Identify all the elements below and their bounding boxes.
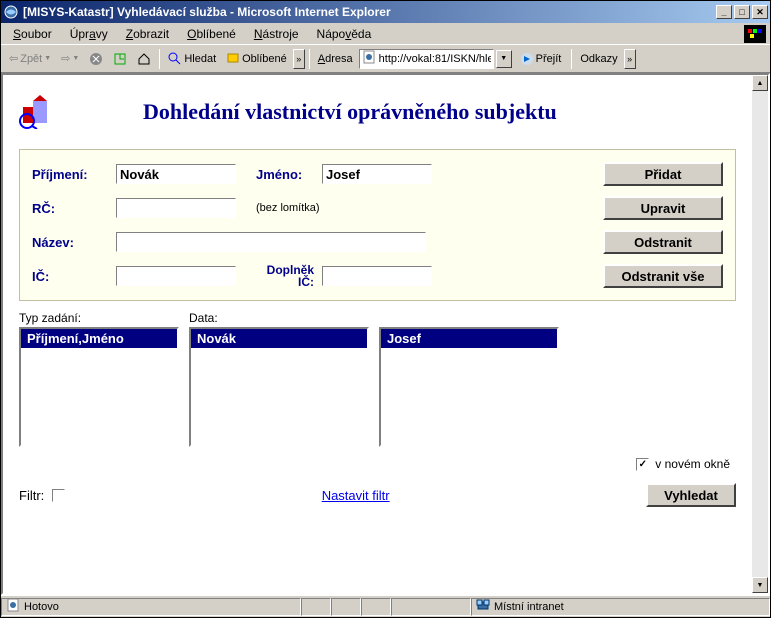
ic-label: IČ: (32, 269, 108, 284)
ic-input[interactable] (116, 266, 236, 286)
odstranit-button[interactable]: Odstranit (603, 230, 723, 254)
address-label: Adresa (318, 53, 353, 65)
status-message: Hotovo (24, 601, 59, 613)
prijmeni-input[interactable] (116, 164, 236, 184)
rc-label: RČ: (32, 201, 108, 216)
filtr-checkbox[interactable] (52, 489, 65, 502)
typ-list-item[interactable]: Příjmení,Jméno (21, 329, 177, 348)
menu-oblibene[interactable]: Oblíbené (179, 25, 244, 43)
logo-icon (19, 95, 53, 129)
menu-napoveda[interactable]: Nápověda (309, 25, 380, 43)
search-icon (168, 52, 182, 66)
scroll-up-button[interactable]: ▲ (752, 75, 768, 91)
prijmeni-label: Příjmení: (32, 167, 108, 182)
data2-list-item[interactable]: Josef (381, 329, 557, 348)
go-button[interactable]: Přejít (514, 48, 568, 70)
menu-soubor[interactable]: Soubor (5, 25, 60, 43)
minimize-button[interactable]: _ (716, 5, 732, 19)
back-label: Zpět (20, 53, 42, 65)
ie-icon (3, 4, 19, 20)
home-icon (137, 52, 151, 66)
data2-list[interactable]: Josef (379, 327, 559, 447)
typ-zadani-list[interactable]: Příjmení,Jméno (19, 327, 179, 447)
address-bar[interactable]: http://vokal:81/ISKN/hle (359, 49, 494, 69)
maximize-button[interactable]: □ (734, 5, 750, 19)
nastavit-filtr-link[interactable]: Nastavit filtr (322, 488, 390, 503)
stop-icon (89, 52, 103, 66)
stop-button[interactable] (85, 48, 107, 70)
odstranit-vse-button[interactable]: Odstranit vše (603, 264, 723, 288)
listings-area: Typ zadání: Příjmení,Jméno Data: Novák J… (19, 309, 736, 447)
intranet-icon (476, 598, 490, 615)
security-zone: Místní intranet (494, 601, 564, 613)
window-controls: _ □ ✕ (716, 5, 768, 19)
page-icon (362, 50, 376, 67)
home-button[interactable] (133, 48, 155, 70)
page-icon-small (6, 598, 20, 615)
menu-zobrazit[interactable]: Zobrazit (118, 25, 177, 43)
favorites-icon (226, 52, 240, 66)
menu-upravy[interactable]: Úpravy (62, 25, 116, 43)
titlebar: [MISYS-Katastr] Vyhledávací služba - Mic… (1, 1, 770, 23)
toolbar-chevron[interactable]: » (293, 49, 305, 69)
scroll-track[interactable] (752, 91, 768, 577)
links-chevron[interactable]: » (624, 49, 636, 69)
upravit-button[interactable]: Upravit (603, 196, 723, 220)
content-area: Dohledání vlastnictví oprávněného subjek… (1, 73, 770, 595)
close-button[interactable]: ✕ (752, 5, 768, 19)
favorites-button[interactable]: Oblíbené (222, 48, 291, 70)
menu-nastroje[interactable]: Nástroje (246, 25, 307, 43)
data2-label-spacer (379, 309, 559, 327)
nazev-input[interactable] (116, 232, 426, 252)
vertical-scrollbar[interactable]: ▲ ▼ (752, 75, 768, 593)
page-content: Dohledání vlastnictví oprávněného subjek… (3, 75, 752, 593)
toolbar: ⇦ Zpět ▼ ⇨ ▼ Hledat Oblíbené » Adresa (1, 45, 770, 73)
status-message-cell: Hotovo (1, 598, 301, 616)
doplnek-input[interactable] (322, 266, 432, 286)
forward-arrow-icon: ⇨ (61, 52, 70, 65)
page-title: Dohledání vlastnictví oprávněného subjek… (143, 99, 557, 125)
jmeno-label: Jméno: (256, 167, 314, 182)
refresh-button[interactable] (109, 48, 131, 70)
filtr-label: Filtr: (19, 488, 44, 503)
brand-icon (744, 25, 766, 43)
jmeno-input[interactable] (322, 164, 432, 184)
address-dropdown[interactable]: ▼ (496, 50, 512, 68)
filter-row: Filtr: Nastavit filtr Vyhledat (19, 477, 736, 513)
typ-zadani-label: Typ zadání: (19, 309, 179, 327)
window-title: [MISYS-Katastr] Vyhledávací služba - Mic… (23, 5, 716, 19)
page-header: Dohledání vlastnictví oprávněného subjek… (19, 95, 736, 129)
search-button[interactable]: Hledat (164, 48, 220, 70)
rc-hint: (bez lomítka) (256, 202, 320, 214)
back-arrow-icon: ⇦ (9, 52, 18, 65)
nazev-label: Název: (32, 235, 108, 250)
menubar: Soubor Úpravy Zobrazit Oblíbené Nástroje… (1, 23, 770, 45)
back-button[interactable]: ⇦ Zpět ▼ (5, 48, 55, 70)
links-label[interactable]: Odkazy (580, 53, 617, 65)
favorites-label: Oblíbené (242, 53, 287, 65)
go-icon (520, 52, 534, 66)
search-label: Hledat (184, 53, 216, 65)
address-value: http://vokal:81/ISKN/hle (379, 53, 491, 65)
rc-input[interactable] (116, 198, 236, 218)
nove-okno-checkbox[interactable]: ✓ (636, 458, 649, 471)
statusbar: Hotovo Místní intranet (1, 595, 770, 617)
go-label: Přejít (536, 53, 562, 65)
scroll-down-button[interactable]: ▼ (752, 577, 768, 593)
doplnek-label-2: IČ: (256, 276, 314, 288)
vyhledat-button[interactable]: Vyhledat (646, 483, 736, 507)
data-label: Data: (189, 309, 369, 327)
security-zone-cell: Místní intranet (471, 598, 770, 616)
refresh-icon (113, 52, 127, 66)
data1-list[interactable]: Novák (189, 327, 369, 447)
nove-okno-label: v novém okně (655, 457, 730, 471)
search-form-panel: Příjmení: Jméno: Přidat RČ: (bez lomítka… (19, 149, 736, 301)
bottom-controls: ✓ v novém okně (19, 451, 736, 477)
browser-window: [MISYS-Katastr] Vyhledávací služba - Mic… (0, 0, 771, 618)
forward-button[interactable]: ⇨ ▼ (57, 48, 83, 70)
data1-list-item[interactable]: Novák (191, 329, 367, 348)
pridat-button[interactable]: Přidat (603, 162, 723, 186)
